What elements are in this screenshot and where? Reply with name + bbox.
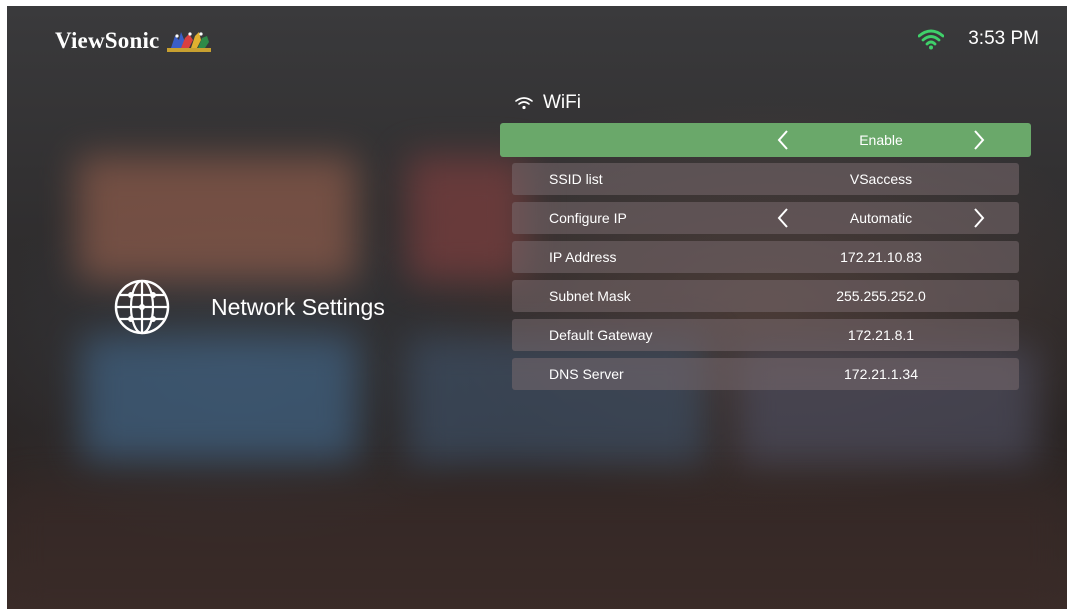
- ip-address-row: IP Address 172.21.10.83: [512, 241, 1019, 273]
- status-bar: 3:53 PM: [918, 28, 1039, 50]
- ssid-list-label: SSID list: [549, 171, 603, 187]
- wifi-icon: [918, 29, 945, 50]
- default-gateway-value: 172.21.8.1: [847, 327, 915, 343]
- ssid-list-row[interactable]: SSID list VSaccess: [512, 163, 1019, 195]
- ssid-list-value: VSaccess: [849, 171, 913, 187]
- chevron-right-icon[interactable]: [972, 207, 986, 229]
- background-tile: [77, 156, 357, 281]
- dns-server-label: DNS Server: [549, 366, 624, 382]
- section-header: Network Settings: [113, 278, 385, 336]
- configure-ip-label: Configure IP: [549, 210, 627, 226]
- default-gateway-row: Default Gateway 172.21.8.1: [512, 319, 1019, 351]
- section-title: Network Settings: [211, 293, 385, 320]
- subnet-mask-value: 255.255.252.0: [836, 288, 926, 304]
- dns-server-value: 172.21.1.34: [844, 366, 918, 382]
- wifi-heading-label: WiFi: [543, 92, 581, 113]
- configure-ip-row[interactable]: Configure IP Automatic: [512, 202, 1019, 234]
- clock: 3:53 PM: [968, 28, 1039, 49]
- ip-address-value: 172.21.10.83: [840, 249, 922, 265]
- background-tile: [7, 486, 1067, 606]
- subnet-mask-row: Subnet Mask 255.255.252.0: [512, 280, 1019, 312]
- birds-logo-icon: [167, 32, 212, 52]
- background-tile: [82, 336, 357, 461]
- wifi-small-icon: [515, 97, 533, 110]
- default-gateway-label: Default Gateway: [549, 327, 653, 343]
- background-tile: [407, 336, 707, 466]
- chevron-right-icon[interactable]: [972, 129, 986, 151]
- ip-address-label: IP Address: [549, 249, 617, 265]
- globe-icon: [114, 279, 170, 335]
- brand-logo: ViewSonic: [55, 28, 215, 54]
- dns-server-row: DNS Server 172.21.1.34: [512, 358, 1019, 390]
- background-tile: [407, 156, 527, 281]
- subnet-mask-label: Subnet Mask: [549, 288, 631, 304]
- wifi-heading: WiFi: [515, 92, 581, 114]
- projector-screen: ViewSonic 3:53 PM Network Settings WiFi …: [7, 6, 1067, 609]
- wifi-enable-row[interactable]: Enable: [500, 123, 1031, 157]
- brand-name: ViewSonic: [55, 28, 160, 53]
